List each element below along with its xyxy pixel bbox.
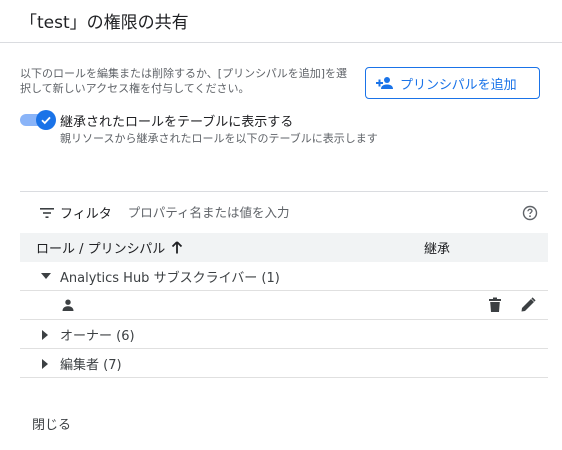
role-group-row[interactable]: Analytics Hub サブスクライバー (1)	[20, 262, 548, 291]
role-group-label: オーナー (6)	[60, 328, 135, 344]
toggle-knob	[36, 110, 56, 130]
title-divider	[0, 42, 562, 43]
dialog-description: 以下のロールを編集または削除するか、[プリンシパルを追加]を選択して新しいアクセ…	[20, 67, 348, 95]
filter-label: フィルタ	[60, 207, 112, 222]
expand-arrow-icon[interactable]	[40, 358, 50, 370]
role-group-row[interactable]: オーナー (6)	[20, 320, 548, 349]
filter-input[interactable]	[125, 204, 522, 221]
collapse-arrow-icon[interactable]	[40, 271, 52, 281]
add-person-icon	[376, 76, 394, 90]
member-row	[20, 291, 548, 320]
filter-icon[interactable]	[40, 207, 54, 218]
roles-table: フィルタ ロール / プリンシパル 継承 Analytics Hub サブスクラ…	[20, 191, 548, 378]
help-icon[interactable]	[522, 205, 538, 221]
delete-icon[interactable]	[488, 297, 502, 313]
expand-arrow-icon[interactable]	[40, 329, 50, 341]
toggle-label: 継承されたロールをテーブルに表示する	[60, 115, 294, 130]
check-icon	[40, 114, 52, 126]
sort-arrow-up-icon	[171, 241, 183, 254]
table-header: ロール / プリンシパル 継承	[20, 233, 548, 262]
role-group-row[interactable]: 編集者 (7)	[20, 349, 548, 378]
add-principal-button[interactable]: プリンシパルを追加	[365, 67, 540, 99]
inherited-column-header: 継承	[424, 242, 451, 257]
close-button[interactable]: 閉じる	[20, 410, 83, 436]
inherited-roles-toggle[interactable]	[20, 110, 56, 130]
dialog-title: 「test」の権限の共有	[20, 13, 189, 33]
person-icon	[62, 299, 74, 311]
role-group-label: 編集者 (7)	[60, 357, 122, 373]
filter-bar: フィルタ	[20, 192, 548, 233]
edit-pencil-icon[interactable]	[520, 297, 536, 313]
role-column-header[interactable]: ロール / プリンシパル	[36, 238, 183, 257]
role-group-label: Analytics Hub サブスクライバー (1)	[60, 270, 280, 286]
toggle-sublabel: 親リソースから継承されたロールを以下のテーブルに表示します	[60, 132, 378, 145]
add-principal-label: プリンシパルを追加	[400, 77, 517, 93]
